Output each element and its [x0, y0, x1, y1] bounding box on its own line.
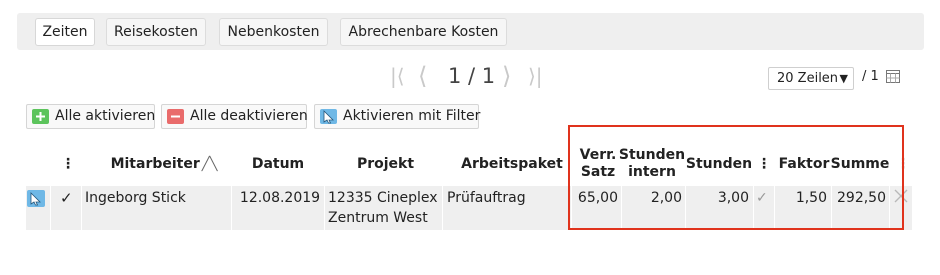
- tab-zeiten[interactable]: Zeiten: [35, 18, 95, 46]
- minus-icon: [167, 109, 184, 124]
- rows-per-page-select[interactable]: 20 Zeilen ▼: [768, 67, 854, 90]
- cell-project: 12335 Cineplex Zentrum West: [328, 190, 438, 226]
- row-checkbox[interactable]: ✓: [60, 186, 76, 230]
- first-page-icon[interactable]: |⟨: [390, 63, 405, 89]
- table-row[interactable]: ✓ Ingeborg Stick 12.08.2019 12335 Cinepl…: [26, 186, 912, 230]
- tab-nebenkosten[interactable]: Nebenkosten: [219, 18, 328, 46]
- cell-sum: 292,50: [837, 190, 886, 206]
- cursor-icon: [320, 109, 337, 124]
- pager: |⟨ ⟨ 1 / 1 ⟩ ⟩|: [390, 63, 560, 89]
- chevron-down-icon: ▼: [839, 72, 848, 85]
- header-hours-internal[interactable]: Stunden intern: [619, 142, 685, 186]
- last-page-icon[interactable]: ⟩|: [528, 63, 543, 89]
- activate-row-icon[interactable]: [27, 190, 45, 208]
- header-project[interactable]: Projekt: [328, 142, 443, 186]
- time-entries-table: ⋮ Mitarbeiter ╱╲ Datum Projekt Arbeitspa…: [26, 142, 912, 230]
- cell-hours: 3,00: [717, 190, 749, 206]
- column-menu-icon[interactable]: ⋮: [896, 142, 910, 186]
- tab-bar: Zeiten Reisekosten Nebenkosten Abrechenb…: [17, 13, 924, 50]
- cell-date: 12.08.2019: [239, 190, 321, 206]
- cell-factor: 1,50: [795, 190, 827, 206]
- deactivate-all-button[interactable]: Alle deaktivieren: [161, 104, 308, 129]
- header-employee-label: Mitarbeiter: [110, 155, 200, 172]
- header-sum[interactable]: Summe: [831, 142, 890, 186]
- column-menu-icon[interactable]: ⋮: [60, 142, 76, 186]
- activate-with-filter-button[interactable]: Aktivieren mit Filter: [314, 104, 481, 129]
- close-icon[interactable]: [894, 186, 910, 230]
- check-icon: ✓: [756, 190, 768, 206]
- total-pages: / 1: [862, 69, 879, 84]
- cell-work-package: Prüfauftrag: [447, 190, 526, 206]
- tab-abrechenbare-kosten[interactable]: Abrechenbare Kosten: [340, 18, 507, 46]
- activate-all-button[interactable]: Alle aktivieren: [26, 104, 155, 129]
- plus-icon: [32, 109, 49, 124]
- sort-asc-icon[interactable]: ╱╲: [202, 156, 218, 173]
- page-indicator: 1 / 1: [448, 64, 496, 88]
- cell-employee: Ingeborg Stick: [85, 190, 186, 206]
- rows-per-page-value: 20 Zeilen: [777, 71, 839, 86]
- calendar-icon[interactable]: [886, 69, 900, 83]
- prev-page-icon[interactable]: ⟨: [418, 63, 427, 89]
- tab-reisekosten[interactable]: Reisekosten: [106, 18, 206, 46]
- header-factor[interactable]: Faktor: [776, 142, 832, 186]
- activate-all-label: Alle aktivieren: [55, 108, 156, 124]
- cell-rate: 65,00: [577, 190, 618, 206]
- next-page-icon[interactable]: ⟩: [502, 63, 511, 89]
- column-menu-icon[interactable]: ⋮: [754, 142, 774, 186]
- header-work-package[interactable]: Arbeitspaket: [446, 142, 578, 186]
- deactivate-all-label: Alle deaktivieren: [190, 108, 308, 124]
- header-employee[interactable]: Mitarbeiter ╱╲: [84, 142, 244, 186]
- header-rate[interactable]: Verr. Satz: [578, 142, 618, 186]
- header-date[interactable]: Datum: [231, 142, 325, 186]
- header-hours[interactable]: Stunden: [686, 142, 752, 186]
- activate-with-filter-label: Aktivieren mit Filter: [343, 108, 481, 124]
- cell-hours-internal: 2,00: [650, 190, 682, 206]
